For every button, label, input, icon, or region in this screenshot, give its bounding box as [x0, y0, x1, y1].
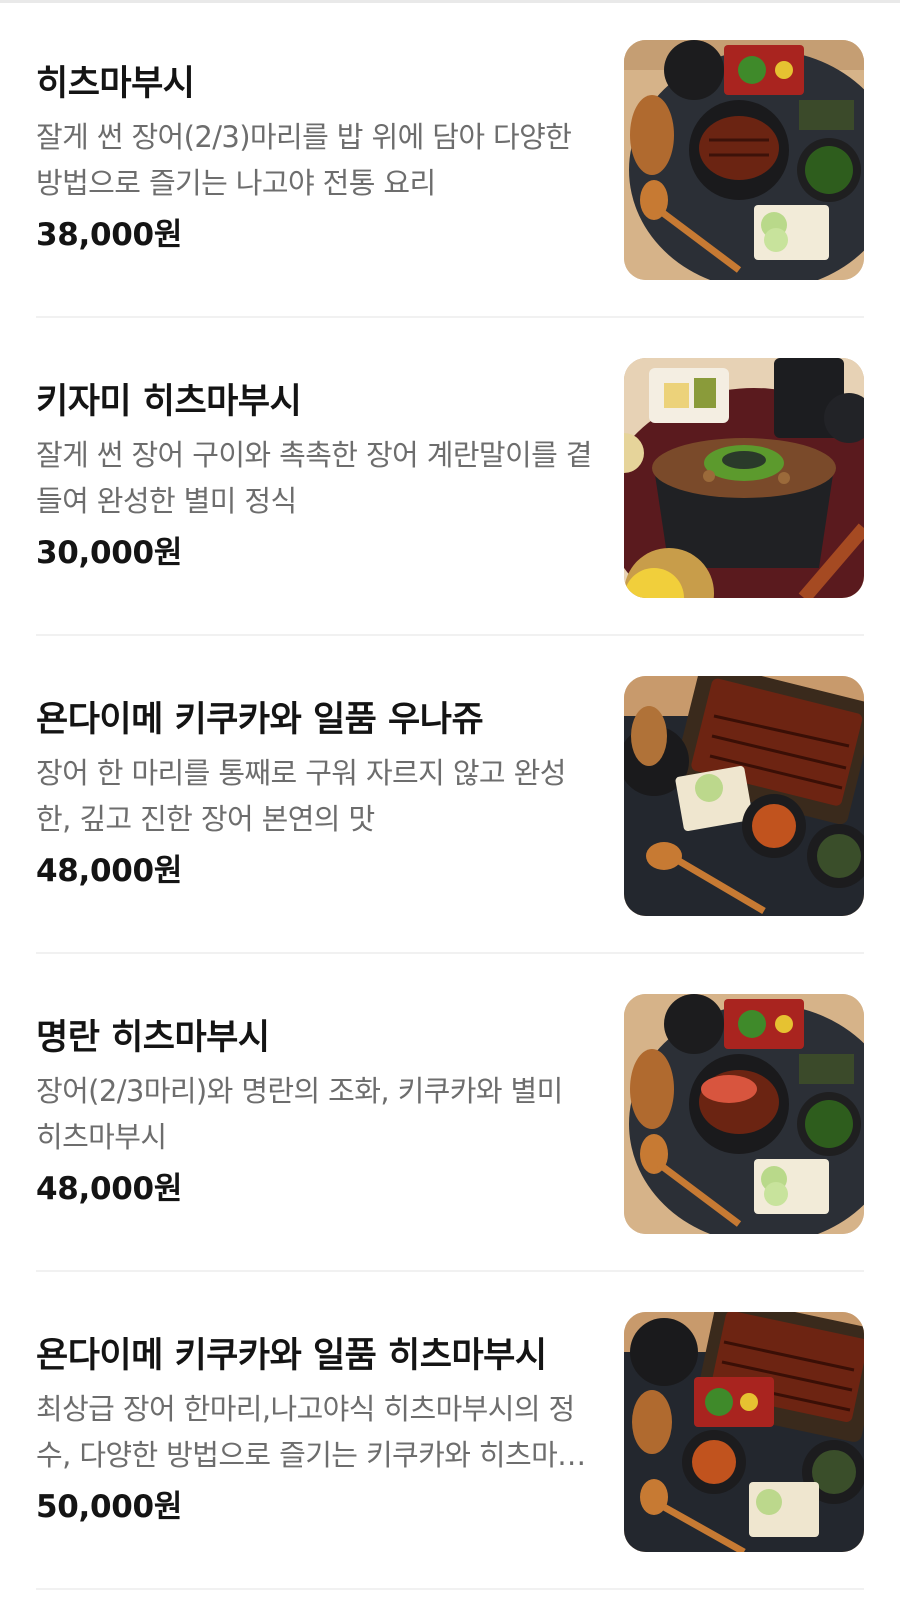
menu-item-text: 욘다이메 키쿠카와 일품 우나쥬 장어 한 마리를 통째로 구워 자르지 않고 … — [36, 698, 596, 894]
menu-item-divider — [36, 1588, 864, 1590]
menu-item-photo[interactable] — [624, 1312, 864, 1552]
menu-item-price: 30,000원 — [36, 535, 183, 571]
menu-item-premium-hitsumabushi[interactable]: 욘다이메 키쿠카와 일품 히츠마부시 최상급 장어 한마리,나고야식 히츠마부시… — [36, 1272, 864, 1590]
menu-item-photo[interactable] — [624, 994, 864, 1234]
menu-item-unaju[interactable]: 욘다이메 키쿠카와 일품 우나쥬 장어 한 마리를 통째로 구워 자르지 않고 … — [36, 636, 864, 954]
menu-item-description: 잘게 썬 장어(2/3)마리를 밥 위에 담아 다양한 방법으로 즐기는 나고야… — [36, 120, 572, 200]
menu-item-kizami-hitsumabushi[interactable]: 키자미 히츠마부시 잘게 썬 장어 구이와 촉촉한 장어 계란말이를 곁들여 완… — [36, 318, 864, 636]
menu-item-photo[interactable] — [624, 40, 864, 280]
menu-item-mentaiko-hitsumabushi[interactable]: 명란 히츠마부시 장어(2/3마리)와 명란의 조화, 키쿠카와 별미 히츠마부… — [36, 954, 864, 1272]
menu-item-price: 50,000원 — [36, 1489, 183, 1525]
menu-item-photo[interactable] — [624, 358, 864, 598]
menu-item-price: 48,000원 — [36, 1171, 183, 1207]
menu-item-description: 장어(2/3마리)와 명란의 조화, 키쿠카와 별미 히츠마부시 — [36, 1074, 563, 1154]
menu-item-price: 48,000원 — [36, 853, 183, 889]
menu-item-text: 욘다이메 키쿠카와 일품 히츠마부시 최상급 장어 한마리,나고야식 히츠마부시… — [36, 1334, 596, 1530]
menu-item-photo[interactable] — [624, 676, 864, 916]
menu-item-text: 명란 히츠마부시 장어(2/3마리)와 명란의 조화, 키쿠카와 별미 히츠마부… — [36, 1016, 596, 1212]
menu-item-name: 키자미 히츠마부시 — [36, 382, 302, 422]
menu-item-name: 명란 히츠마부시 — [36, 1018, 270, 1058]
menu-item-name: 히츠마부시 — [36, 64, 195, 104]
menu-item-name: 욘다이메 키쿠카와 일품 히츠마부시 — [36, 1336, 547, 1376]
menu-item-description: 잘게 썬 장어 구이와 촉촉한 장어 계란말이를 곁들여 완성한 별미 정식 — [36, 438, 592, 518]
menu-item-price: 38,000원 — [36, 217, 183, 253]
menu-item-description: 최상급 장어 한마리,나고야식 히츠마부시의 정수, 다양한 방법으로 즐기는 … — [36, 1392, 584, 1472]
menu-item-text: 키자미 히츠마부시 잘게 썬 장어 구이와 촉촉한 장어 계란말이를 곁들여 완… — [36, 380, 596, 576]
menu-item-name: 욘다이메 키쿠카와 일품 우나쥬 — [36, 700, 484, 740]
menu-item-text: 히츠마부시 잘게 썬 장어(2/3)마리를 밥 위에 담아 다양한 방법으로 즐… — [36, 62, 596, 258]
menu-item-hitsumabushi[interactable]: 히츠마부시 잘게 썬 장어(2/3)마리를 밥 위에 담아 다양한 방법으로 즐… — [36, 0, 864, 318]
menu-item-description: 장어 한 마리를 통째로 구워 자르지 않고 완성한, 깊고 진한 장어 본연의… — [36, 756, 566, 836]
